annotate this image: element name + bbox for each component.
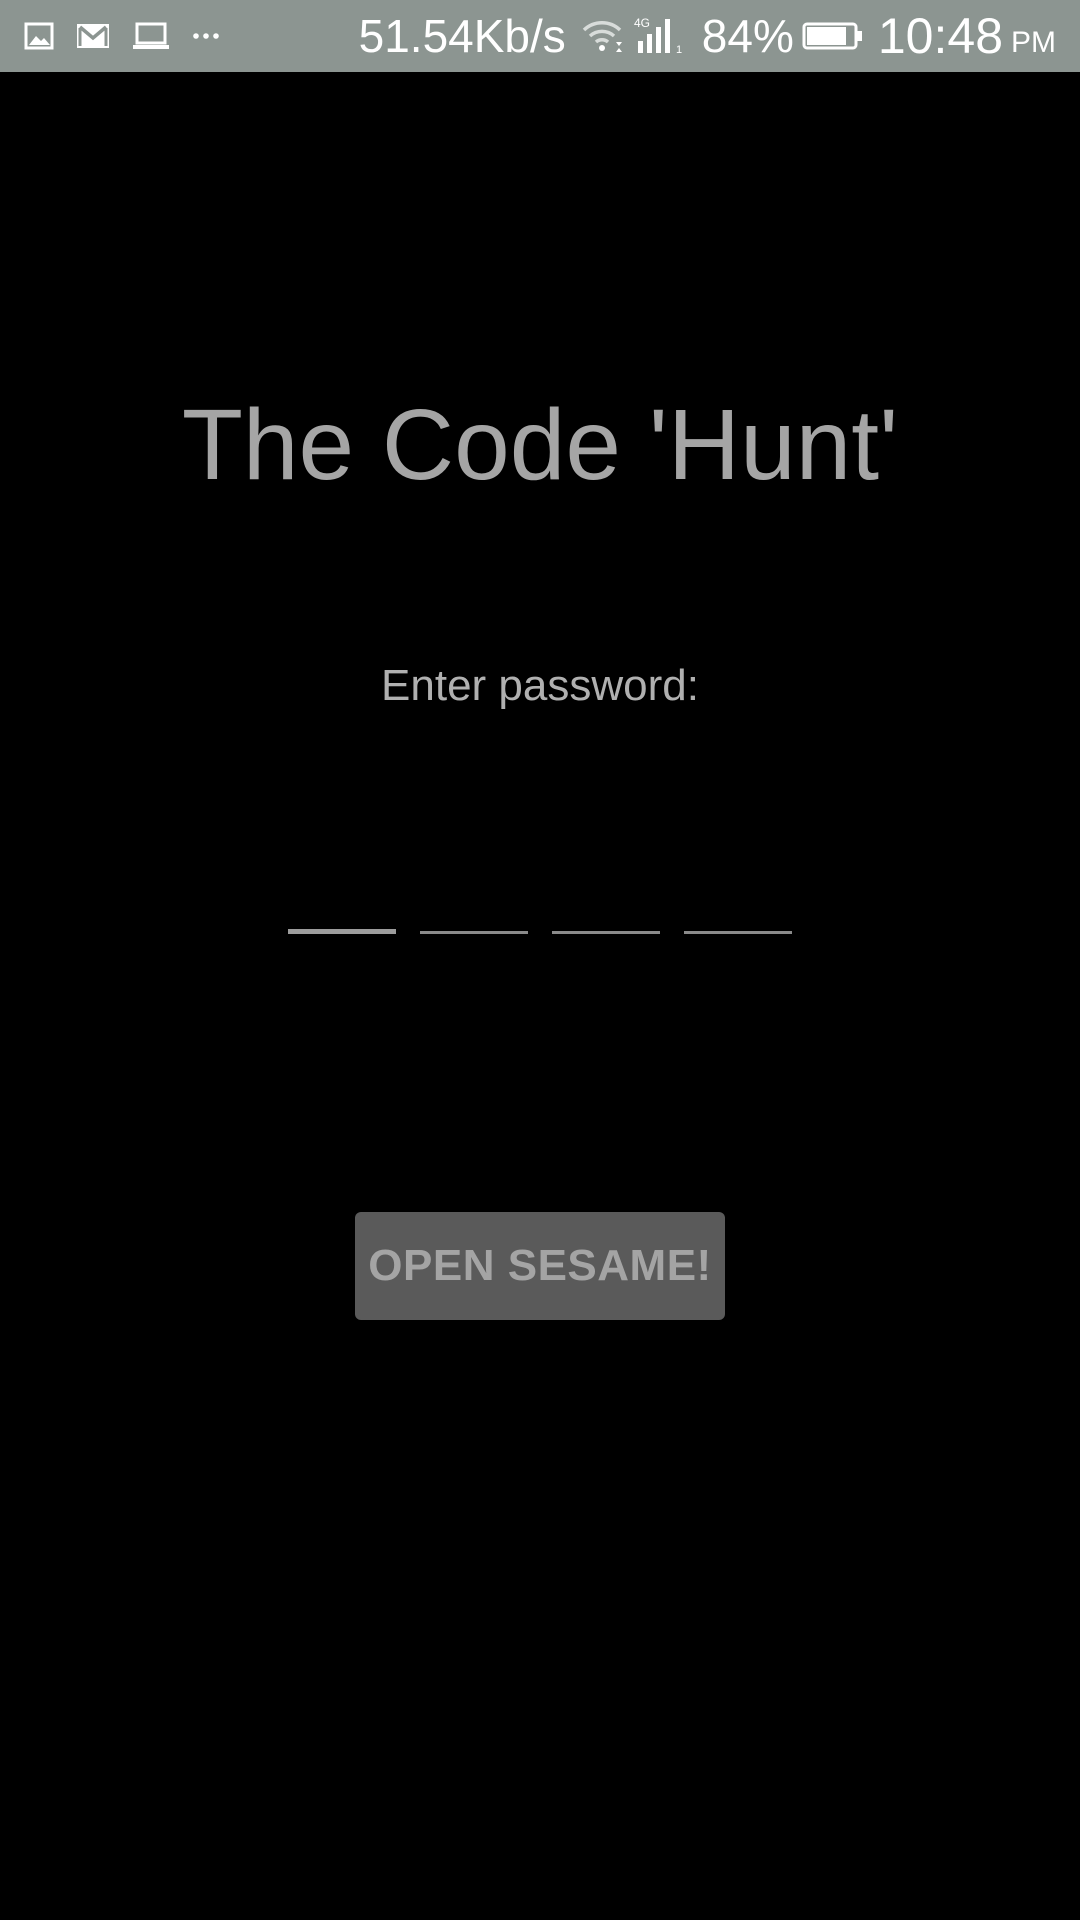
app-title: The Code 'Hunt' [181,389,899,501]
pin-input-row [288,878,792,934]
battery-icon [802,21,864,51]
network-speed: 51.54Kb/s [358,10,566,62]
laptop-icon [132,21,170,51]
pin-field-4[interactable] [684,878,792,934]
password-label: Enter password: [381,661,699,710]
pin-field-3[interactable] [552,878,660,934]
wifi-icon [580,18,624,54]
gmail-icon [76,22,110,50]
image-icon [24,21,54,51]
pin-field-2[interactable] [420,878,528,934]
clock-ampm: PM [1011,26,1056,59]
clock-time: 10:48 [877,8,1003,64]
status-bar: 51.54Kb/s 4G 1 84% 10:48 PM [0,0,1080,72]
pin-field-1[interactable] [288,878,396,934]
battery-percent: 84% [701,10,794,62]
network-type: 4G [634,16,650,30]
more-dots-icon [192,31,220,41]
status-right: 51.54Kb/s 4G 1 84% 10:48 PM [359,0,1056,72]
svg-text:1: 1 [676,44,682,56]
notification-icons [24,21,220,51]
open-sesame-button[interactable]: OPEN SESAME! [355,1212,725,1320]
cellular-signal-icon: 4G 1 [634,15,688,57]
